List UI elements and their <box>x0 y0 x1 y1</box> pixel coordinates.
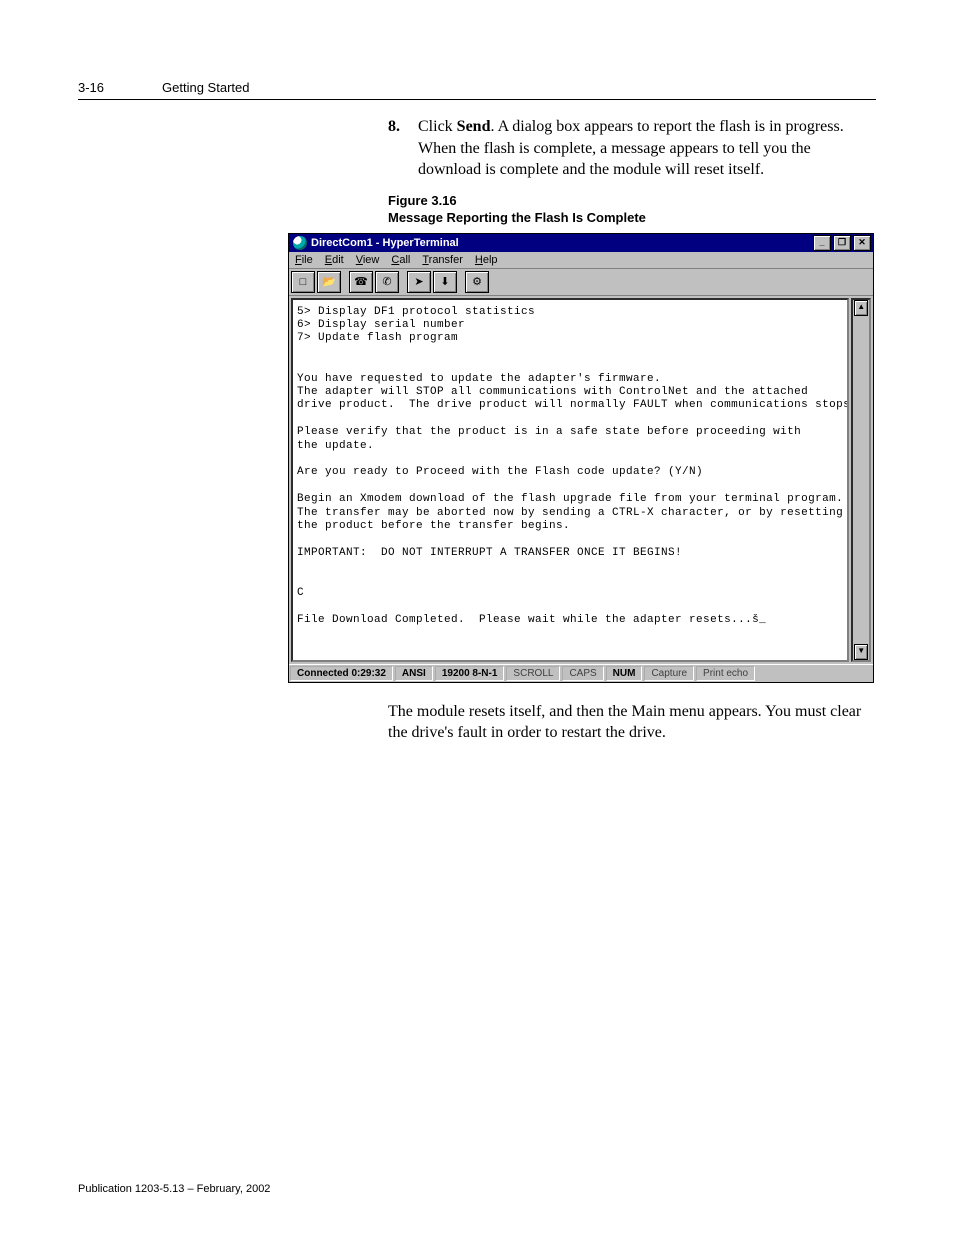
terminal-pane[interactable]: 5> Display DF1 protocol statistics 6> Di… <box>291 298 849 662</box>
running-head: 3-16 Getting Started <box>78 80 876 95</box>
step-number: 8. <box>388 116 408 181</box>
status-scroll: SCROLL <box>506 666 560 681</box>
step-bold-word: Send <box>457 118 491 135</box>
toolbar-spacer-3 <box>459 271 463 293</box>
status-bar: Connected 0:29:32 ANSI 19200 8-N-1 SCROL… <box>289 664 873 682</box>
menu-help[interactable]: Help <box>475 254 498 266</box>
toolbar: □ 📂 ☎ ✆ ➤ ⬇ ⚙ <box>289 268 873 296</box>
status-caps: CAPS <box>562 666 603 681</box>
connect-icon[interactable]: ☎ <box>349 271 373 293</box>
titlebar: DirectCom1 - HyperTerminal _ ❐ ✕ <box>289 234 873 252</box>
properties-icon[interactable]: ⚙ <box>465 271 489 293</box>
menu-transfer-r: ransfer <box>429 254 463 266</box>
menu-help-u: H <box>475 254 483 266</box>
scroll-down-icon[interactable]: ▼ <box>854 644 868 660</box>
figure-title: Message Reporting the Flash Is Complete <box>388 210 876 227</box>
step-text: Click Send. A dialog box appears to repo… <box>418 116 876 181</box>
close-button[interactable]: ✕ <box>853 235 871 251</box>
menu-file-u: F <box>295 254 302 266</box>
status-num: NUM <box>606 666 643 681</box>
status-capture: Capture <box>644 666 694 681</box>
menu-call-r: all <box>399 254 410 266</box>
terminal-text: 5> Display DF1 protocol statistics 6> Di… <box>297 306 843 628</box>
menu-edit-r: dit <box>332 254 344 266</box>
menu-file-r: ile <box>302 254 313 266</box>
body-paragraph: The module resets itself, and then the M… <box>388 701 876 744</box>
publication-footer: Publication 1203-5.13 – February, 2002 <box>78 1183 270 1195</box>
menu-transfer[interactable]: Transfer <box>422 254 463 266</box>
client-area: 5> Display DF1 protocol statistics 6> Di… <box>289 296 873 664</box>
hyperterminal-window: DirectCom1 - HyperTerminal _ ❐ ✕ File Ed… <box>288 233 874 683</box>
step-8: 8. Click Send. A dialog box appears to r… <box>388 116 876 181</box>
window-title: DirectCom1 - HyperTerminal <box>311 237 459 249</box>
open-icon[interactable]: 📂 <box>317 271 341 293</box>
app-icon <box>293 236 307 250</box>
body-column: 8. Click Send. A dialog box appears to r… <box>388 116 876 227</box>
receive-icon[interactable]: ⬇ <box>433 271 457 293</box>
menu-edit-u: E <box>325 254 332 266</box>
section-title: Getting Started <box>162 80 249 95</box>
status-port: 19200 8-N-1 <box>435 666 505 681</box>
divider <box>78 99 876 100</box>
minimize-button[interactable]: _ <box>813 235 831 251</box>
disconnect-icon[interactable]: ✆ <box>375 271 399 293</box>
new-icon[interactable]: □ <box>291 271 315 293</box>
menu-view[interactable]: View <box>356 254 380 266</box>
scroll-up-icon[interactable]: ▲ <box>854 300 868 316</box>
menu-file[interactable]: File <box>295 254 313 266</box>
send-icon[interactable]: ➤ <box>407 271 431 293</box>
menu-edit[interactable]: Edit <box>325 254 344 266</box>
vertical-scrollbar[interactable]: ▲ ▼ <box>851 298 871 662</box>
figure-label: Figure 3.16 <box>388 193 876 210</box>
menu-view-r: iew <box>363 254 380 266</box>
page-number: 3-16 <box>78 80 104 95</box>
menu-call[interactable]: Call <box>391 254 410 266</box>
status-echo: Print echo <box>696 666 755 681</box>
menu-help-r: elp <box>483 254 498 266</box>
maximize-button[interactable]: ❐ <box>833 235 851 251</box>
figure-caption: Figure 3.16 Message Reporting the Flash … <box>388 193 876 227</box>
toolbar-spacer-2 <box>401 271 405 293</box>
page: 3-16 Getting Started 8. Click Send. A di… <box>0 0 954 1235</box>
menu-bar: File Edit View Call Transfer Help <box>289 252 873 268</box>
step-text-prefix: Click <box>418 118 457 135</box>
status-emulation: ANSI <box>395 666 433 681</box>
status-connected: Connected 0:29:32 <box>290 666 393 681</box>
menu-view-u: V <box>356 254 363 266</box>
toolbar-spacer <box>343 271 347 293</box>
